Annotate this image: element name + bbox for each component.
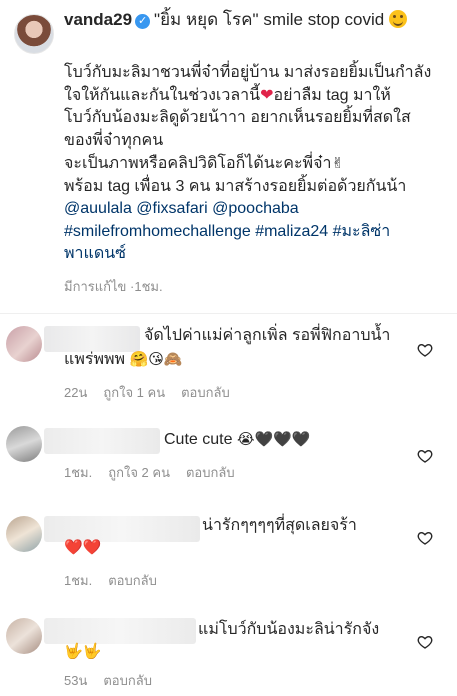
commenter-avatar[interactable] [6, 426, 42, 462]
commenter-username-redacted[interactable] [44, 428, 160, 454]
owner-avatar[interactable] [14, 14, 54, 54]
comment-item: น่ารักๆๆๆๆที่สุดเลยจร้า ❤️❤️ 1ชม. ตอบกลับ [0, 508, 457, 588]
caption-header: vanda29 ✓ "ยิ้ม หยุด โรค" smile stop covid [64, 8, 444, 32]
comment-text-part: แพร่พพพ [64, 351, 126, 368]
comment-item: จัดไปค่าแม่ค่าลูกเพิ่ล รอพี่ฟิกอาบน้ำ แพ… [0, 320, 457, 410]
reply-button[interactable]: ตอบกลับ [108, 573, 157, 588]
comment-meta: 1ชม. ตอบกลับ [64, 570, 173, 591]
comment-item: Cute cute 😭🖤🖤🖤 1ชม. ถูกใจ 2 คน ตอบกลับ [0, 420, 457, 490]
caption-line: ของพี่จ๋าทุกคน [64, 131, 164, 149]
comment-text: จัดไปค่าแม่ค่าลูกเพิ่ล รอพี่ฟิกอาบน้ำ [144, 327, 391, 344]
like-heart-icon[interactable] [417, 634, 433, 650]
commenter-avatar[interactable] [6, 516, 42, 552]
reply-button[interactable]: ตอบกลับ [181, 385, 230, 400]
caption-meta: มีการแก้ไข ·1ชม. [64, 276, 163, 297]
comment-time[interactable]: 1ชม. [64, 573, 92, 588]
victory-hand-emoji-icon: ✌ [331, 154, 345, 172]
caption-title-quote: "ยิ้ม หยุด โรค" [154, 10, 259, 29]
mentions-line: @auulala @fixsafari @poochaba [64, 198, 444, 221]
commenter-avatar[interactable] [6, 326, 42, 362]
like-heart-icon[interactable] [417, 530, 433, 546]
comment-emoji: ❤️❤️ [64, 538, 102, 556]
like-heart-icon[interactable] [417, 342, 433, 358]
verified-badge-icon: ✓ [135, 14, 151, 29]
caption-line: ใจให้กันและกันในช่วงเวลานี้❤อย่าลืม tag … [64, 85, 444, 108]
hashtags-link[interactable]: พาแดนซ์ [64, 243, 444, 266]
comment-likes[interactable]: ถูกใจ 1 คน [103, 385, 165, 400]
comment-text: น่ารักๆๆๆๆที่สุดเลยจร้า [202, 517, 357, 534]
divider [0, 313, 457, 314]
comment-text: Cute cute [164, 431, 233, 448]
comment-likes[interactable]: ถูกใจ 2 คน [108, 465, 170, 480]
caption-title-tail: smile stop covid [263, 10, 385, 29]
like-heart-icon[interactable] [417, 448, 433, 464]
comment-text: แม่โบว์กับน้องมะลิน่ารักจัง [198, 621, 380, 638]
post-caption: vanda29 ✓ "ยิ้ม หยุด โรค" smile stop covid… [0, 0, 457, 312]
mention-link[interactable]: @auulala [64, 200, 132, 217]
comment-text-line2: แพร่พพพ 🤗😘🙈 [64, 348, 183, 371]
reply-button[interactable]: ตอบกลับ [186, 465, 235, 480]
owner-username[interactable]: vanda29 [64, 10, 132, 29]
caption-line: จะเป็นภาพหรือคลิปวิดิโอก็ได้นะคะพี่จ๋า✌ [64, 152, 444, 176]
edited-label: มีการแก้ไข [64, 279, 127, 294]
comment-meta: 1ชม. ถูกใจ 2 คน ตอบกลับ [64, 462, 251, 483]
mention-link[interactable]: @fixsafari [136, 200, 207, 217]
comment-item: แม่โบว์กับน้องมะลิน่ารักจัง 🤟🤟 53น ตอบกลั… [0, 610, 457, 690]
caption-line-part: ใจให้กันและกันในช่วงเวลานี้ [64, 86, 261, 104]
caption-line-part: อย่าลืม tag มาให้ [273, 86, 391, 104]
reply-button[interactable]: ตอบกลับ [103, 673, 152, 688]
comment-meta: 22น ถูกใจ 1 คน ตอบกลับ [64, 382, 246, 403]
caption-time[interactable]: 1ชม. [134, 279, 162, 294]
comment-emoji-line: ❤️❤️ [64, 536, 101, 559]
comment-text-line: Cute cute 😭🖤🖤🖤 [164, 428, 311, 451]
comment-emoji: 🤗😘🙈 [129, 350, 183, 368]
comment-meta: 53น ตอบกลับ [64, 670, 168, 691]
commenter-avatar[interactable] [6, 618, 42, 654]
comment-emoji: 🤟🤟 [64, 642, 102, 660]
caption-body: โบว์กับมะลิมาชวนพี่จ๋าที่อยู่บ้าน มาส่งร… [64, 62, 444, 266]
smile-emoji-icon [388, 10, 407, 28]
red-heart-emoji-icon: ❤ [260, 86, 274, 104]
caption-line: โบว์กับมะลิมาชวนพี่จ๋าที่อยู่บ้าน มาส่งร… [64, 64, 432, 81]
comment-text-line: แม่โบว์กับน้องมะลิน่ารักจัง [198, 618, 379, 641]
comment-emoji: 😭🖤🖤🖤 [236, 430, 311, 448]
comment-time[interactable]: 53น [64, 673, 87, 688]
caption-line-part: จะเป็นภาพหรือคลิปวิดิโอก็ได้นะคะพี่จ๋า [64, 155, 332, 172]
comment-emoji-line: 🤟🤟 [64, 640, 101, 663]
comment-text-line: น่ารักๆๆๆๆที่สุดเลยจร้า [202, 514, 357, 537]
mention-link[interactable]: @poochaba [212, 200, 299, 217]
caption-line: พร้อม tag เพื่อน 3 คน มาสร้างรอยยิ้มต่อด… [64, 177, 407, 195]
comment-time[interactable]: 1ชม. [64, 465, 92, 480]
caption-line: โบว์กับน้องมะลิดูด้วยน้าาา อยากเห็นรอยยิ… [64, 109, 411, 126]
comment-time[interactable]: 22น [64, 385, 87, 400]
hashtags-link[interactable]: #smilefromhomechallenge #maliza24 #มะลิซ… [64, 221, 444, 244]
